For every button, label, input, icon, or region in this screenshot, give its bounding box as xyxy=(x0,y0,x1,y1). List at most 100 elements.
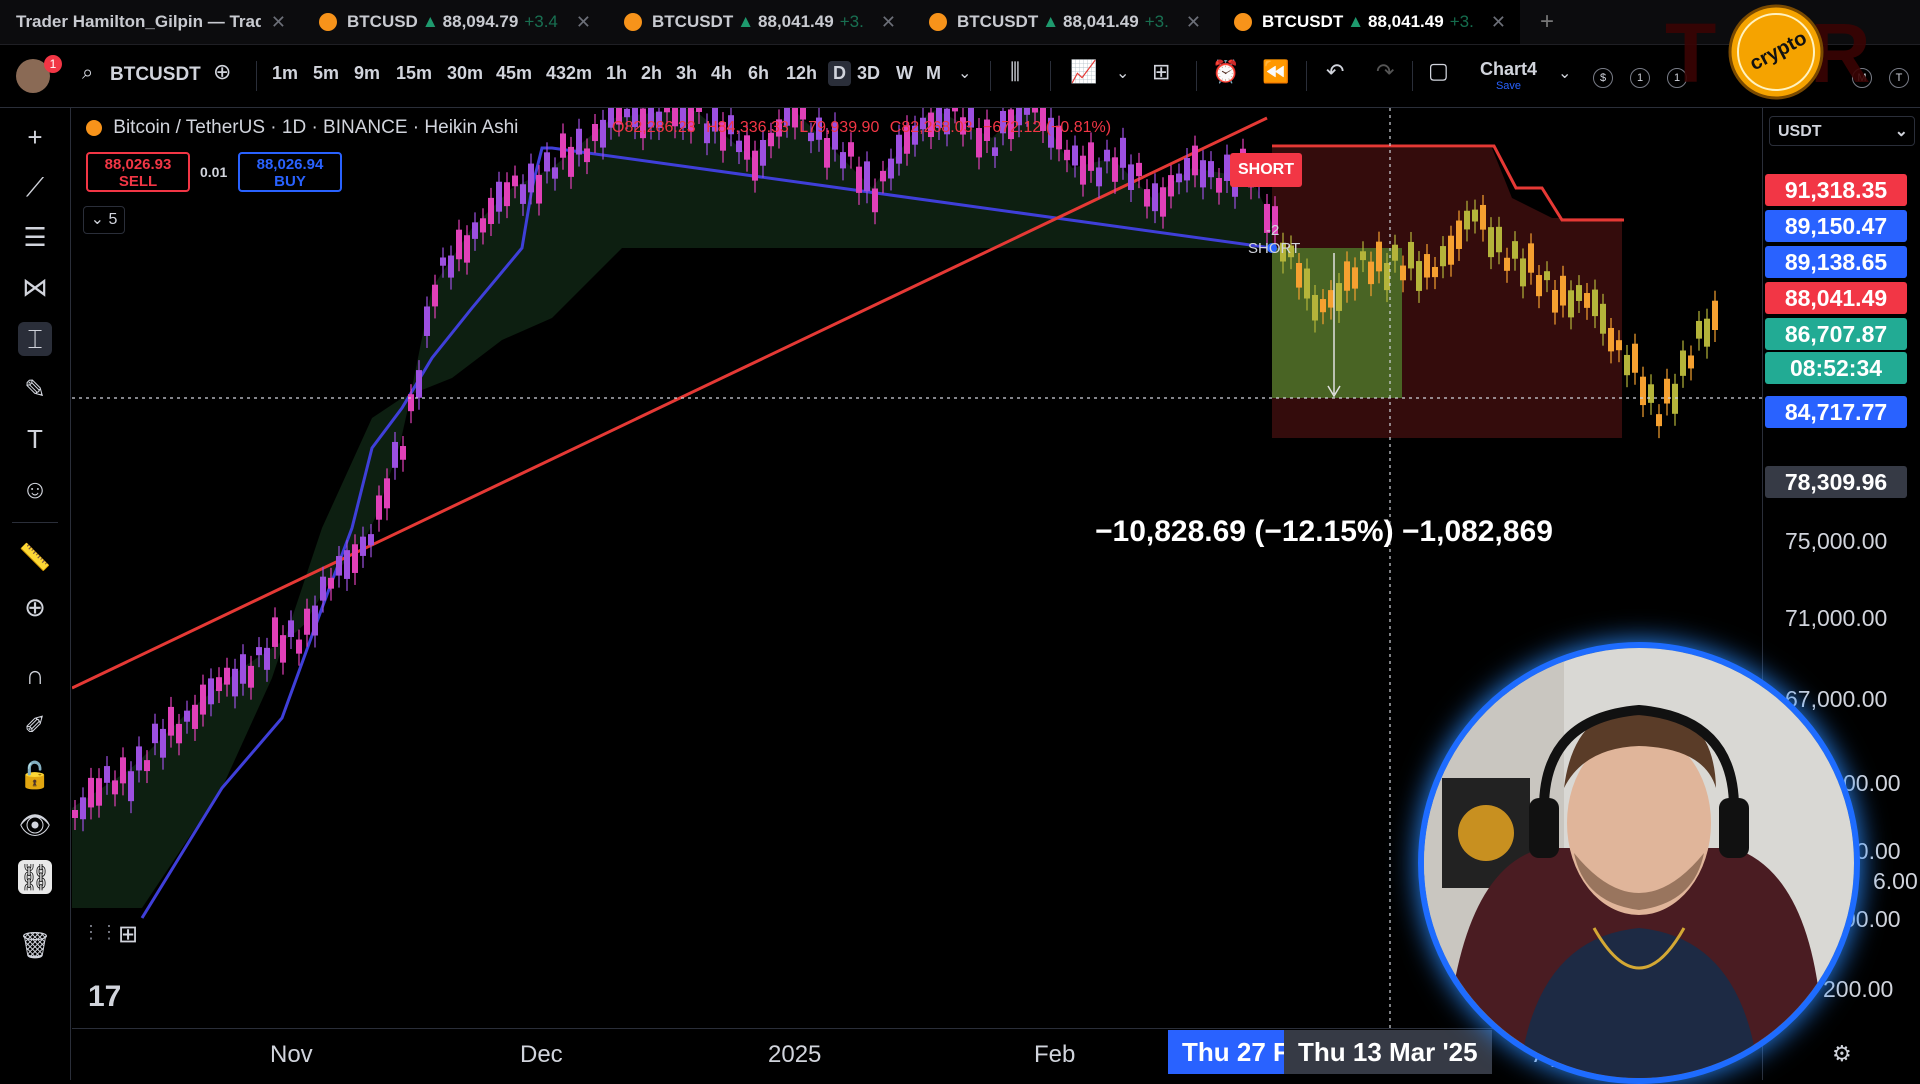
candle-body xyxy=(376,495,382,520)
candle-body xyxy=(1552,289,1558,313)
timeframe-5m[interactable]: 5m xyxy=(313,63,339,84)
chevron-down-icon[interactable]: ⌄ xyxy=(958,63,971,83)
object-tree-icon[interactable]: ⊞ xyxy=(118,920,138,949)
chevron-down-icon: ⌄ xyxy=(90,211,105,228)
candle-body xyxy=(1520,258,1526,287)
timeframe-1m[interactable]: 1m xyxy=(272,63,298,84)
candle-body xyxy=(1336,283,1342,311)
timeframe-432m[interactable]: 432m xyxy=(546,63,592,84)
candle-body xyxy=(568,146,574,177)
replay-icon[interactable]: ⏪ xyxy=(1262,59,1289,85)
close-tab-icon[interactable]: ✕ xyxy=(1491,12,1506,33)
layout-title: Chart4 xyxy=(1480,59,1538,79)
tab-price: 88,041.49 xyxy=(758,12,834,31)
candle-body xyxy=(424,306,430,336)
candle-body xyxy=(864,161,870,192)
candle-body xyxy=(1392,244,1398,261)
candle-body xyxy=(848,142,854,157)
timeframe-w[interactable]: W xyxy=(896,63,913,84)
search-icon[interactable]: ⌕ xyxy=(82,62,93,85)
timeframe-3h[interactable]: 3h xyxy=(676,63,697,84)
ohlc-change: −672.12 (−0.81%) xyxy=(982,119,1112,136)
lock-icon[interactable]: 🔓 xyxy=(18,758,52,792)
candle-body xyxy=(408,394,414,412)
close-tab-icon[interactable]: ✕ xyxy=(1186,12,1201,33)
symbol-search[interactable]: BTCUSDT xyxy=(110,64,201,86)
crosshair-icon[interactable]: + xyxy=(18,120,52,154)
date-chip-end: Thu 13 Mar '25 xyxy=(1284,1030,1492,1074)
candle-body xyxy=(520,184,526,204)
chart-type-icon[interactable]: ⫼ xyxy=(1010,59,1020,85)
tab-2[interactable]: BTCUSDT ▲ 88,041.49 +3. ✕ xyxy=(610,0,910,44)
fullscreen-icon[interactable]: ▢ xyxy=(1428,58,1449,84)
trash-icon[interactable]: 🗑 xyxy=(18,928,52,962)
timeframe-m[interactable]: M xyxy=(926,63,941,84)
candle-body xyxy=(1624,354,1630,376)
eye-icon[interactable]: 👁 xyxy=(18,808,52,842)
sell-button[interactable]: 88,026.93 SELL xyxy=(86,152,190,192)
candle-body xyxy=(1376,241,1382,272)
timeframe-d[interactable]: D xyxy=(828,61,851,86)
badge-1[interactable]: 1 xyxy=(1630,68,1650,88)
chevron-down-icon[interactable]: ⌄ xyxy=(1558,63,1571,83)
sell-label: SELL xyxy=(118,173,158,190)
ruler-icon[interactable]: 📏 xyxy=(18,540,52,574)
redo-icon[interactable]: ↷ xyxy=(1376,59,1394,85)
timeframe-9m[interactable]: 9m xyxy=(354,63,380,84)
candle-body xyxy=(1664,378,1670,404)
candle-body xyxy=(1304,268,1310,299)
candle-body xyxy=(216,677,222,692)
measure-icon[interactable]: ⌶ xyxy=(18,322,52,356)
settings-gear-icon[interactable]: ⚙ xyxy=(1832,1041,1852,1067)
new-tab-icon[interactable]: + xyxy=(1540,8,1554,36)
close-tab-icon[interactable]: ✕ xyxy=(271,12,286,33)
price-label: 78,309.96 xyxy=(1765,466,1907,498)
alert-clock-icon[interactable]: ⏰ xyxy=(1212,59,1239,85)
undo-icon[interactable]: ↶ xyxy=(1326,59,1344,85)
timeframe-3d[interactable]: 3D xyxy=(857,63,880,84)
brush-icon[interactable]: ✎ xyxy=(18,372,52,406)
emoji-icon[interactable]: ☺ xyxy=(18,472,52,506)
trendline-icon[interactable]: ⟋ xyxy=(18,170,52,204)
magnet-icon[interactable]: ∩ xyxy=(18,658,52,692)
candle-body xyxy=(144,760,150,772)
dollar-circle-icon[interactable]: $ xyxy=(1593,68,1613,88)
tab-1[interactable]: BTCUSD ▲ 88,094.79 +3.4 ✕ xyxy=(305,0,605,44)
tab-0[interactable]: Trader Hamilton_Gilpin — Trad ✕ xyxy=(0,0,300,44)
timeframe-15m[interactable]: 15m xyxy=(396,63,432,84)
indicators-icon[interactable]: 📈 xyxy=(1070,59,1097,85)
link-icon[interactable]: ⛓ xyxy=(18,860,52,894)
timeframe-1h[interactable]: 1h xyxy=(606,63,627,84)
price-label: 86,707.87 xyxy=(1765,318,1907,350)
candle-body xyxy=(1312,294,1318,321)
timeframe-30m[interactable]: 30m xyxy=(447,63,483,84)
text-icon[interactable]: T xyxy=(18,422,52,456)
tab-3[interactable]: BTCUSDT ▲ 88,041.49 +3. ✕ xyxy=(915,0,1215,44)
layout-name[interactable]: Chart4 Save xyxy=(1480,59,1537,92)
compare-add-icon[interactable]: ⊕ xyxy=(213,59,231,85)
tab-4[interactable]: BTCUSDT ▲ 88,041.49 +3. ✕ xyxy=(1220,0,1520,44)
fib-icon[interactable]: ☰ xyxy=(18,220,52,254)
candle-body xyxy=(1120,137,1126,168)
candle-body xyxy=(560,133,566,158)
widget-handle-icon[interactable]: ⋮⋮ xyxy=(82,922,118,943)
close-tab-icon[interactable]: ✕ xyxy=(881,12,896,33)
currency-select[interactable]: USDT ⌄ xyxy=(1769,116,1915,146)
candle-body xyxy=(104,766,110,783)
chevron-down-icon[interactable]: ⌄ xyxy=(1116,63,1129,83)
timeframe-4h[interactable]: 4h xyxy=(711,63,732,84)
close-tab-icon[interactable]: ✕ xyxy=(576,12,591,33)
candle-body xyxy=(88,777,94,808)
candle-body xyxy=(1400,265,1406,281)
layout-grid-icon[interactable]: ⊞ xyxy=(1152,59,1170,85)
timeframe-45m[interactable]: 45m xyxy=(496,63,532,84)
indicators-collapse[interactable]: ⌄ 5 xyxy=(83,206,125,234)
timeframe-6h[interactable]: 6h xyxy=(748,63,769,84)
pattern-icon[interactable]: ⋈ xyxy=(18,270,52,304)
buy-button[interactable]: 88,026.94 BUY xyxy=(238,152,342,192)
pencil-lock-icon[interactable]: ✐ xyxy=(18,708,52,742)
up-arrow-icon: ▲ xyxy=(1042,12,1060,31)
timeframe-2h[interactable]: 2h xyxy=(641,63,662,84)
timeframe-12h[interactable]: 12h xyxy=(786,63,817,84)
zoom-in-icon[interactable]: ⊕ xyxy=(18,590,52,624)
